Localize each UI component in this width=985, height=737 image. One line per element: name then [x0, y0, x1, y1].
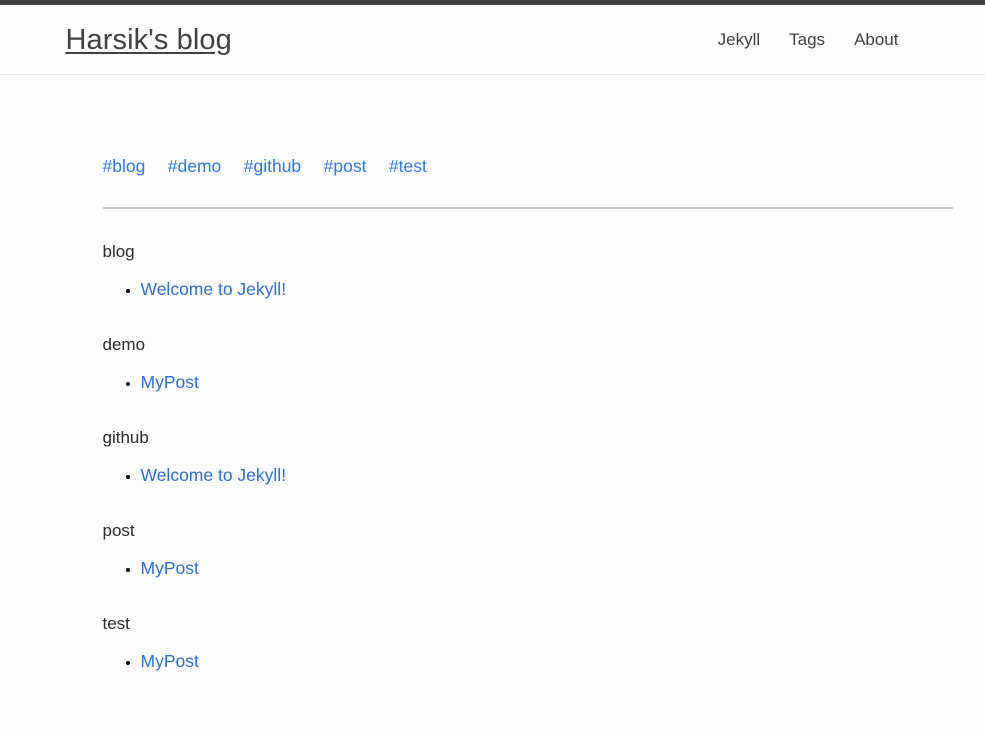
post-list: Welcome to Jekyll!	[103, 262, 953, 302]
tag-link-github[interactable]: #github	[244, 157, 301, 176]
list-item: MyPost	[141, 650, 953, 674]
tag-link-post[interactable]: #post	[324, 157, 367, 176]
tag-section-demo: demo MyPost	[103, 302, 953, 395]
post-list: Welcome to Jekyll!	[103, 448, 953, 488]
tag-link-demo[interactable]: #demo	[168, 157, 222, 176]
nav-link-jekyll[interactable]: Jekyll	[718, 30, 761, 50]
post-list: MyPost	[103, 355, 953, 395]
content-wrapper: #blog #demo #github #post #test blog Wel…	[102, 75, 953, 674]
tag-link-blog[interactable]: #blog	[103, 157, 146, 176]
list-item: Welcome to Jekyll!	[141, 464, 953, 488]
nav-link-tags[interactable]: Tags	[789, 30, 825, 50]
post-link[interactable]: MyPost	[141, 558, 199, 578]
tag-section-heading: demo	[102, 335, 146, 355]
post-list: MyPost	[103, 541, 953, 581]
header-inner: Harsik's blog Jekyll Tags About	[33, 5, 953, 74]
tag-section-heading: test	[102, 614, 130, 634]
post-list: MyPost	[103, 634, 953, 674]
post-link[interactable]: MyPost	[141, 372, 199, 392]
tag-link-test[interactable]: #test	[389, 157, 427, 176]
tag-section-blog: blog Welcome to Jekyll!	[103, 209, 953, 302]
tag-section-heading: github	[102, 428, 149, 448]
tag-section-test: test MyPost	[103, 581, 953, 674]
tag-section-post: post MyPost	[103, 488, 953, 581]
site-title-link[interactable]: Harsik's blog	[66, 24, 232, 57]
list-item: MyPost	[141, 557, 953, 581]
list-item: MyPost	[141, 371, 953, 395]
page-content: #blog #demo #github #post #test blog Wel…	[33, 75, 953, 674]
post-link[interactable]: Welcome to Jekyll!	[141, 279, 287, 299]
nav-link-about[interactable]: About	[854, 30, 898, 50]
tag-section-github: github Welcome to Jekyll!	[103, 395, 953, 488]
site-header: Harsik's blog Jekyll Tags About	[0, 5, 985, 75]
site-nav: Jekyll Tags About	[718, 30, 899, 50]
tag-section-heading: post	[102, 521, 135, 541]
list-item: Welcome to Jekyll!	[141, 278, 953, 302]
post-link[interactable]: Welcome to Jekyll!	[141, 465, 287, 485]
tag-section-heading: blog	[102, 242, 135, 261]
tag-cloud: #blog #demo #github #post #test	[103, 157, 953, 176]
post-link[interactable]: MyPost	[141, 651, 199, 671]
